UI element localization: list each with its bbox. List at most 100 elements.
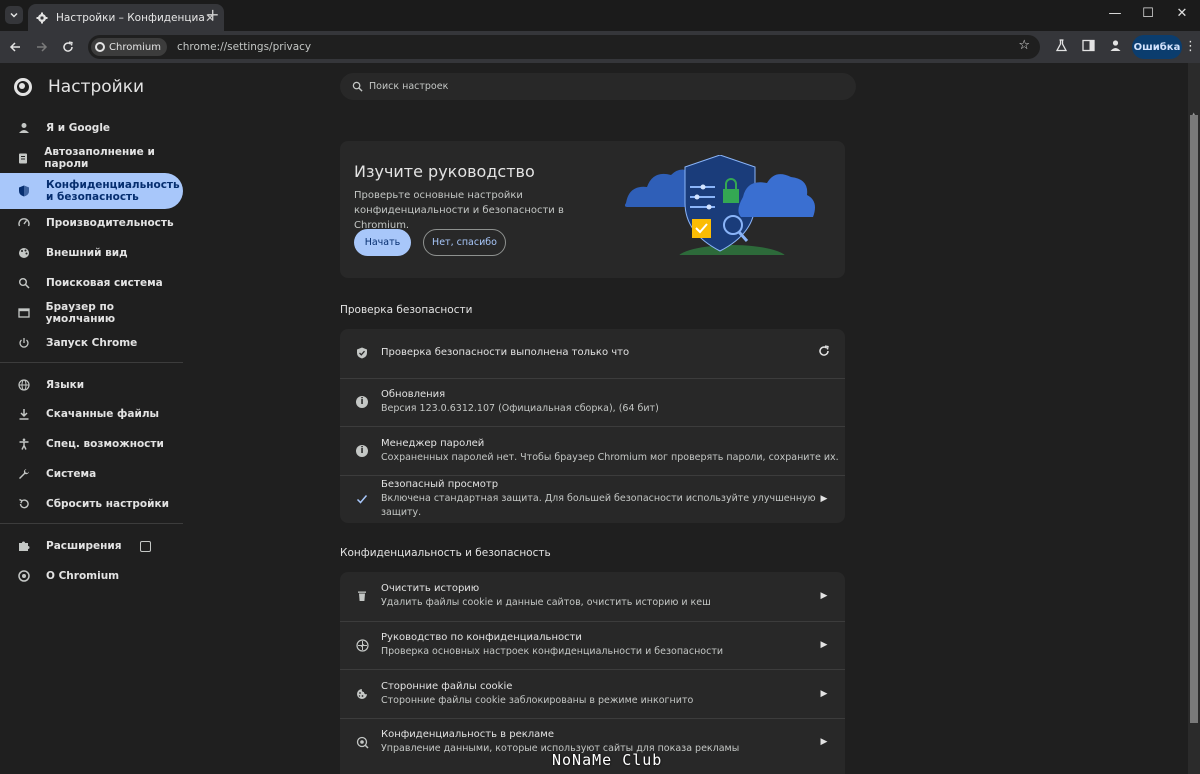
row-title: Менеджер паролей — [381, 437, 485, 449]
chevron-right-icon: ▶ — [820, 737, 828, 748]
sidebar-divider — [0, 362, 183, 363]
start-button[interactable]: Начать — [354, 229, 411, 256]
chevron-right-icon: ▶ — [820, 494, 828, 505]
chevron-right-icon: ▶ — [820, 688, 828, 699]
tab-settings[interactable]: Настройки – Конфиденциальн ✕ — [28, 4, 224, 31]
sidebar-item-label: Запуск Chrome — [46, 337, 138, 349]
arrow-right-icon — [37, 42, 48, 52]
search-input[interactable]: Поиск настроек — [369, 81, 448, 92]
privacy-guide-promo: Изучите руководство Проверьте основные н… — [340, 141, 845, 278]
no-thanks-button[interactable]: Нет, спасибо — [423, 229, 506, 256]
speedometer-icon — [17, 216, 31, 230]
sidebar-item-label: Я и Google — [46, 122, 111, 134]
sidebar-item-label: Внешний вид — [46, 247, 128, 259]
clear-history-row[interactable]: Очистить историю Удалить файлы cookie и … — [340, 572, 845, 621]
info-icon-wrapper: i — [355, 395, 369, 409]
external-link-icon — [139, 540, 151, 552]
sidebar-item-label: Спец. возможности — [46, 438, 164, 450]
checkmark-icon — [355, 492, 369, 506]
safety-check-card: Проверка безопасности выполнена только ч… — [340, 329, 845, 523]
row-title: Безопасный просмотр — [381, 479, 499, 491]
accessibility-icon — [17, 437, 31, 451]
third-party-cookies-row[interactable]: Сторонние файлы cookie Сторонние файлы c… — [340, 669, 845, 718]
info-icon-wrapper: i — [355, 444, 369, 458]
scrollbar-thumb[interactable] — [1190, 115, 1198, 723]
row-title: Обновления — [381, 389, 446, 401]
sidebar-item-languages[interactable]: Языки — [0, 370, 183, 400]
sidebar-item-you-and-google[interactable]: Я и Google — [0, 113, 183, 143]
tab-title: Настройки – Конфиденциальн — [56, 11, 204, 24]
sidebar-item-label: Производительность — [46, 217, 174, 229]
settings-brand: Настройки — [14, 77, 144, 97]
sidebar-item-search-engine[interactable]: Поисковая система — [0, 268, 183, 298]
safe-browsing-row[interactable]: Безопасный просмотр Включена стандартная… — [340, 474, 845, 524]
search-icon — [352, 81, 363, 92]
title-bar: Настройки – Конфиденциальн ✕ + — ☐ ✕ — [0, 0, 1200, 31]
privacy-guide-row[interactable]: Руководство по конфиденциальности Провер… — [340, 620, 845, 670]
error-button[interactable]: Ошибка — [1132, 35, 1182, 59]
trash-icon — [355, 589, 369, 603]
chromium-icon — [95, 42, 105, 52]
sidebar-item-downloads[interactable]: Скачанные файлы — [0, 399, 183, 429]
gear-icon — [36, 12, 48, 23]
window-close-button[interactable]: ✕ — [1173, 6, 1191, 21]
info-icon: i — [356, 444, 368, 457]
site-info-chip[interactable]: Chromium — [91, 38, 167, 56]
page-scrollbar[interactable]: ▲ — [1188, 63, 1200, 774]
info-icon: i — [356, 396, 368, 409]
safety-check-heading: Проверка безопасности — [340, 304, 473, 316]
updates-row: i Обновления Версия 123.0.6312.107 (Офиц… — [340, 377, 845, 427]
sidebar-item-privacy[interactable]: Конфиденциальность и безопасность — [0, 173, 183, 209]
sidebar-item-on-startup[interactable]: Запуск Chrome — [0, 328, 183, 358]
ad-privacy-icon — [355, 735, 369, 749]
settings-search[interactable]: Поиск настроек — [340, 73, 856, 100]
address-bar[interactable]: Chromium chrome://settings/privacy ☆ — [88, 35, 1040, 59]
url-text[interactable]: chrome://settings/privacy — [177, 41, 311, 53]
minimize-button[interactable]: — — [1106, 6, 1124, 21]
forward-button[interactable] — [34, 39, 50, 55]
menu-kebab-icon[interactable]: ⋮ — [1184, 39, 1197, 54]
profile-icon[interactable] — [1107, 39, 1123, 55]
row-title: Руководство по конфиденциальности — [381, 632, 582, 644]
sidebar-item-performance[interactable]: Производительность — [0, 208, 183, 238]
bookmark-star-icon[interactable]: ☆ — [1018, 38, 1030, 53]
maximize-button[interactable]: ☐ — [1139, 6, 1157, 21]
sidebar-item-label: Языки — [46, 379, 85, 391]
safety-check-status-row: Проверка безопасности выполнена только ч… — [340, 329, 845, 378]
refresh-icon[interactable] — [817, 345, 831, 361]
chevron-right-icon: ▶ — [820, 640, 828, 651]
browser-icon — [17, 306, 31, 320]
side-panel-icon[interactable] — [1080, 39, 1096, 55]
row-subtitle: Удалить файлы cookie и данные сайтов, оч… — [381, 597, 711, 609]
sidebar-item-label: О Chromium — [46, 570, 120, 582]
row-subtitle: Проверка основных настроек конфиденциаль… — [381, 646, 724, 658]
sidebar-item-label: Скачанные файлы — [46, 408, 160, 420]
tab-search-button[interactable] — [5, 6, 23, 24]
puzzle-icon — [17, 539, 31, 553]
promo-text: Проверьте основные настройки конфиденциа… — [354, 190, 564, 231]
promo-title: Изучите руководство — [354, 162, 535, 181]
password-manager-row: i Менеджер паролей Сохраненных паролей н… — [340, 426, 845, 475]
row-subtitle: Версия 123.0.6312.107 (Официальная сборк… — [381, 403, 659, 415]
reload-button[interactable] — [60, 39, 76, 55]
sidebar-item-appearance[interactable]: Внешний вид — [0, 238, 183, 268]
chip-label: Chromium — [109, 41, 161, 53]
back-button[interactable] — [7, 39, 23, 55]
cookie-icon — [355, 687, 369, 701]
sidebar-item-accessibility[interactable]: Спец. возможности — [0, 429, 183, 459]
download-icon — [17, 407, 31, 421]
new-tab-button[interactable]: + — [206, 6, 219, 24]
arrow-left-icon — [9, 42, 20, 52]
sidebar-item-label: Сбросить настройки — [46, 498, 169, 510]
sidebar-item-label: Расширения — [46, 540, 122, 552]
sidebar-item-about[interactable]: О Chromium — [0, 561, 183, 591]
sidebar-item-reset[interactable]: Сбросить настройки — [0, 489, 183, 519]
sidebar-item-extensions[interactable]: Расширения — [0, 531, 183, 561]
sidebar-item-system[interactable]: Система — [0, 459, 183, 489]
sidebar-item-autofill[interactable]: Автозаполнение и пароли — [0, 143, 183, 173]
sidebar-item-default-browser[interactable]: Браузер по умолчанию — [0, 298, 183, 328]
palette-icon — [17, 246, 31, 260]
labs-flask-icon[interactable] — [1053, 39, 1069, 55]
row-title: Проверка безопасности выполнена только ч… — [381, 347, 630, 359]
compass-icon — [355, 638, 369, 652]
